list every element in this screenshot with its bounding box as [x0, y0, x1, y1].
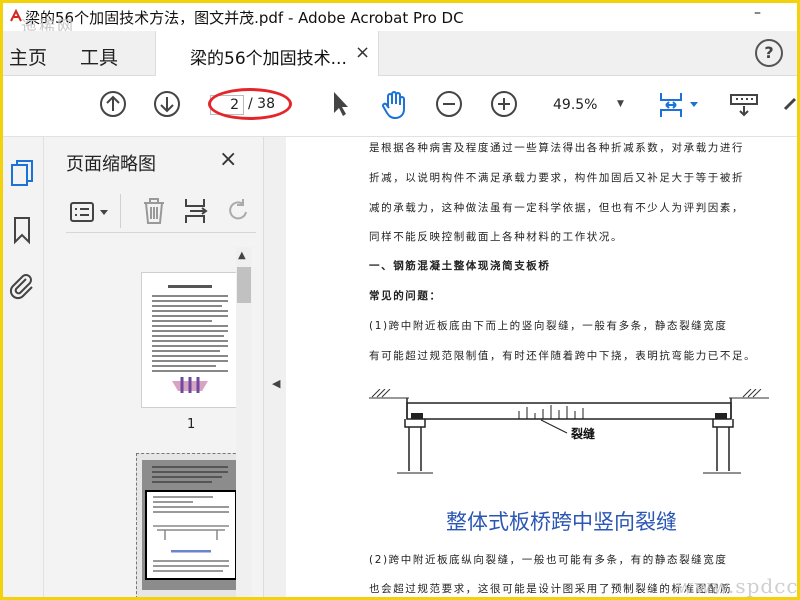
doc-line: 减的承载力，这种做法虽有一定科学依据，但也有不少人为评判因素，	[369, 202, 745, 214]
panel-title: 页面缩略图	[66, 154, 156, 175]
watermark-text: www.spdcc.com	[676, 574, 797, 597]
thumbnails-panel: 页面缩略图 × 1	[44, 137, 263, 597]
left-rail	[3, 137, 44, 597]
close-panel-button[interactable]: ×	[219, 147, 237, 172]
tab-document[interactable]: 梁的56个加固技术... ×	[155, 31, 379, 76]
app-window: 梁的56个加固技术方法，图文并茂.pdf - Adobe Acrobat Pro…	[3, 3, 797, 597]
crack-label: 裂缝	[571, 427, 596, 441]
close-tab-button[interactable]: ×	[355, 42, 370, 63]
sign-icon[interactable]	[781, 89, 797, 119]
subheading: 常见的问题：	[369, 290, 442, 302]
tab-tools[interactable]: 工具	[80, 43, 118, 70]
rotate-icon[interactable]	[224, 196, 254, 226]
zoom-in-icon[interactable]	[489, 89, 519, 119]
collapse-arrow-icon[interactable]: ◀	[272, 377, 280, 390]
doc-line: 是根据各种病害及程度通过一些算法得出各种折减系数，对承载力进行	[369, 142, 745, 154]
help-button[interactable]: ?	[755, 39, 783, 67]
panel-toolbar	[66, 192, 256, 233]
options-menu-icon[interactable]	[68, 198, 112, 226]
scroll-mode-icon[interactable]	[728, 89, 760, 119]
scrollbar-thumb[interactable]	[237, 267, 251, 303]
separator	[120, 194, 121, 228]
paperclip-icon[interactable]	[8, 271, 36, 301]
figure-caption: 整体式板桥跨中竖向裂缝	[446, 510, 677, 534]
bridge-diagram: 裂缝	[369, 389, 769, 481]
document-tab-label: 梁的56个加固技术...	[190, 49, 347, 69]
cursor-icon[interactable]	[328, 89, 352, 119]
doc-line: (2)跨中附近板底纵向裂缝，一般也可能有多条，有的静态裂缝宽度	[369, 554, 728, 566]
tab-bar: 主页 工具 梁的56个加固技术... × ?	[3, 31, 797, 76]
document-view[interactable]: 是根据各种病害及程度通过一些算法得出各种折减系数，对承载力进行 折减，以说明构件…	[286, 137, 797, 597]
thumbnail-page-1[interactable]	[141, 272, 239, 408]
panel-splitter[interactable]: ◀	[263, 137, 287, 597]
bookmark-icon[interactable]	[11, 215, 33, 245]
arrow-down-circle-icon[interactable]	[152, 89, 182, 119]
highlight-oval	[208, 88, 292, 120]
thumbnail-page-2[interactable]	[136, 453, 246, 597]
hand-icon[interactable]	[378, 89, 410, 121]
thumbnails-scrollbar[interactable]: ▲	[236, 247, 252, 597]
doc-line: 折减，以说明构件不满足承载力要求，构件加固后又补足大于等于被折	[369, 172, 745, 184]
section-heading: 一、钢筋混凝土整体现浇简支板桥	[369, 260, 551, 272]
delete-icon[interactable]	[140, 196, 168, 226]
page-thumbnails-icon[interactable]	[9, 159, 35, 189]
scroll-up-icon[interactable]: ▲	[238, 250, 246, 261]
arrow-up-circle-icon[interactable]	[98, 89, 128, 119]
doc-line: 有可能超过规范限制值，有时还伴随着跨中下挠，表明抗弯能力已不足。	[369, 350, 757, 362]
minimize-button[interactable]: –	[754, 5, 761, 21]
zoom-out-icon[interactable]	[434, 89, 464, 119]
doc-line: 同样不能反映控制截面上各种材料的工作状况。	[369, 231, 624, 243]
thumbnail-image	[142, 460, 238, 590]
title-bar: 梁的56个加固技术方法，图文并茂.pdf - Adobe Acrobat Pro…	[3, 3, 797, 36]
window-title: 梁的56个加固技术方法，图文并茂.pdf - Adobe Acrobat Pro…	[25, 9, 464, 27]
chevron-down-icon[interactable]: ▼	[617, 99, 624, 109]
tab-home[interactable]: 主页	[9, 43, 47, 70]
insert-page-icon[interactable]	[182, 196, 212, 226]
fit-page-icon[interactable]	[657, 89, 701, 121]
zoom-level[interactable]: 49.5%	[553, 97, 597, 113]
toolbar: 2 / 38 49.5% ▼	[3, 76, 797, 137]
doc-line: (1)跨中附近板底由下而上的竖向裂缝，一般有多条，静态裂缝宽度	[369, 320, 728, 332]
thumbnail-label: 1	[187, 417, 196, 432]
